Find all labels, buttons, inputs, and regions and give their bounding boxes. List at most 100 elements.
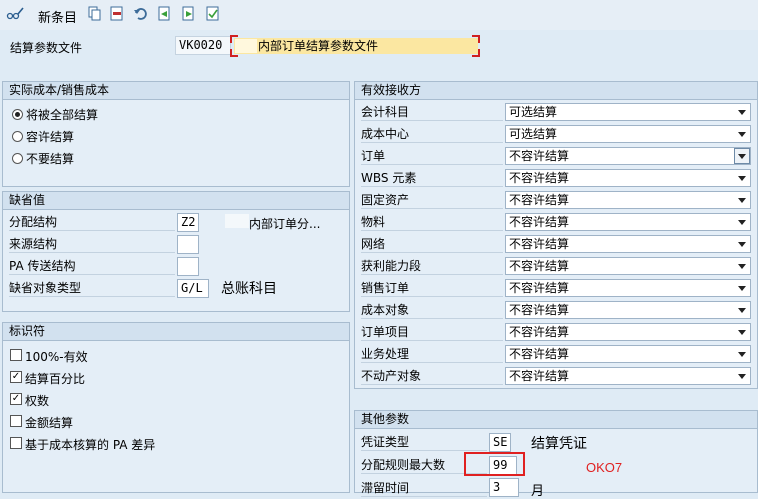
other-params-title: 其他参数 [355, 411, 757, 429]
source-structure-field[interactable] [177, 235, 199, 254]
receiver-label: 成本中心 [361, 125, 503, 143]
retention-period-unit: 月 [531, 484, 545, 499]
profile-description-text: 内部订单结算参数文件 [234, 38, 478, 54]
chevron-down-icon[interactable] [734, 148, 750, 164]
checkbox-weighting[interactable]: ✓ [10, 393, 22, 405]
chevron-down-icon[interactable] [734, 126, 750, 142]
receiver-select-value: 不容许结算 [509, 215, 570, 229]
receiver-select-value: 不容许结算 [509, 237, 570, 251]
document-type-field[interactable]: SE [489, 433, 511, 452]
receiver-select[interactable]: 不容许结算 [505, 191, 751, 209]
radio-no-settlement-label: 不要结算 [26, 152, 75, 166]
valid-receivers-title: 有效接收方 [355, 82, 757, 100]
receiver-select-value: 不容许结算 [509, 369, 570, 383]
checkbox-amount-settlement[interactable] [10, 415, 22, 427]
transaction-annotation: OKO7 [586, 460, 623, 475]
receiver-select-value: 不容许结算 [509, 171, 570, 185]
chevron-down-icon[interactable] [734, 324, 750, 340]
receiver-select-value: 不容许结算 [509, 149, 570, 163]
select-block-icon[interactable] [204, 5, 222, 23]
radio-settle-fully-label: 将被全部结算 [26, 108, 99, 122]
profile-description-field[interactable]: 内部订单结算参数文件 [230, 35, 480, 57]
checkbox-pa-variance-label: 基于成本核算的 PA 差异 [25, 438, 156, 452]
receiver-label: 不动产对象 [361, 367, 503, 385]
receiver-select[interactable]: 不容许结算 [505, 323, 751, 341]
next-entry-icon[interactable] [180, 5, 198, 23]
retention-period-field[interactable]: 3 [489, 478, 519, 497]
checkbox-100-percent-valid[interactable] [10, 349, 22, 361]
source-structure-label: 来源结构 [9, 235, 175, 253]
receiver-select[interactable]: 可选结算 [505, 125, 751, 143]
copy-icon[interactable] [86, 5, 104, 23]
checkbox-100-percent-valid-label: 100%-有效 [25, 350, 88, 364]
receiver-select[interactable]: 不容许结算 [505, 301, 751, 319]
delete-icon[interactable] [108, 5, 126, 23]
valid-receivers-group: 有效接收方 会计科目 可选结算 成本中心 可选结算 订单 不容许结算 WBS 元素 不容许结算… [354, 81, 758, 389]
receiver-select[interactable]: 不容许结算 [505, 257, 751, 275]
retention-period-label: 滞留时间 [361, 479, 487, 497]
actual-costs-title: 实际成本/销售成本 [3, 82, 349, 100]
chevron-down-icon[interactable] [734, 192, 750, 208]
receiver-label: 物料 [361, 213, 503, 231]
checkbox-settle-percentage[interactable]: ✓ [10, 371, 22, 383]
radio-allow-settlement-label: 容许结算 [26, 130, 75, 144]
receiver-select-value: 可选结算 [509, 105, 558, 119]
radio-no-settlement[interactable] [12, 153, 23, 164]
checkbox-pa-variance[interactable] [10, 437, 22, 449]
document-type-desc: 结算凭证 [531, 436, 587, 452]
checkbox-settle-percentage-label: 结算百分比 [25, 372, 86, 386]
receiver-select[interactable]: 不容许结算 [505, 279, 751, 297]
radio-settle-fully[interactable] [12, 109, 23, 120]
pa-transfer-structure-field[interactable] [177, 257, 199, 276]
chevron-down-icon[interactable] [734, 104, 750, 120]
pa-transfer-structure-label: PA 传送结构 [9, 257, 175, 275]
receiver-select[interactable]: 可选结算 [505, 103, 751, 121]
chevron-down-icon[interactable] [734, 346, 750, 362]
receiver-label: 成本对象 [361, 301, 503, 319]
allocation-structure-field[interactable]: Z2 [177, 213, 199, 232]
settlement-profile-label: 结算参数文件 [10, 41, 83, 55]
default-object-type-desc: 总账科目 [221, 281, 277, 297]
default-values-title: 缺省值 [3, 192, 349, 210]
receiver-select[interactable]: 不容许结算 [505, 235, 751, 253]
chevron-down-icon[interactable] [734, 258, 750, 274]
receiver-label: 固定资产 [361, 191, 503, 209]
chevron-down-icon[interactable] [734, 170, 750, 186]
profile-code-field: VK0020 [175, 36, 231, 55]
chevron-down-icon[interactable] [734, 280, 750, 296]
receiver-label: WBS 元素 [361, 169, 503, 187]
receiver-label: 订单 [361, 147, 503, 165]
undo-icon[interactable] [132, 5, 150, 23]
receiver-label: 业务处理 [361, 345, 503, 363]
checkbox-amount-settlement-label: 金额结算 [25, 416, 74, 430]
receiver-label: 会计科目 [361, 103, 503, 121]
receiver-select[interactable]: 不容许结算 [505, 169, 751, 187]
indicators-title: 标识符 [3, 323, 349, 341]
receiver-select[interactable]: 不容许结算 [505, 367, 751, 385]
default-object-type-field[interactable]: G/L [177, 279, 209, 298]
receiver-select[interactable]: 不容许结算 [505, 213, 751, 231]
receiver-select-value: 可选结算 [509, 127, 558, 141]
chevron-down-icon[interactable] [734, 236, 750, 252]
new-entries-button[interactable]: 新条目 [38, 7, 77, 26]
highlight-box [464, 452, 525, 476]
receiver-select[interactable]: 不容许结算 [505, 345, 751, 363]
allocation-structure-label: 分配结构 [9, 213, 175, 231]
radio-allow-settlement[interactable] [12, 131, 23, 142]
indicators-group: 标识符 100%-有效 ✓ 结算百分比 ✓ 权数 金额结算 基于成本核算的 PA… [2, 322, 350, 493]
chevron-down-icon[interactable] [734, 302, 750, 318]
receiver-select[interactable]: 不容许结算 [505, 147, 751, 165]
receiver-select-value: 不容许结算 [509, 325, 570, 339]
receiver-select-value: 不容许结算 [509, 281, 570, 295]
chevron-down-icon[interactable] [734, 368, 750, 384]
previous-entry-icon[interactable] [156, 5, 174, 23]
document-type-label: 凭证类型 [361, 433, 487, 451]
chevron-down-icon[interactable] [734, 214, 750, 230]
checkbox-weighting-label: 权数 [25, 394, 50, 408]
receiver-label: 获利能力段 [361, 257, 503, 275]
display-change-icon[interactable] [6, 5, 24, 23]
redacted-area [225, 214, 249, 228]
redacted-area [235, 39, 257, 53]
application-toolbar: 新条目 [0, 0, 758, 30]
receiver-label: 网络 [361, 235, 503, 253]
